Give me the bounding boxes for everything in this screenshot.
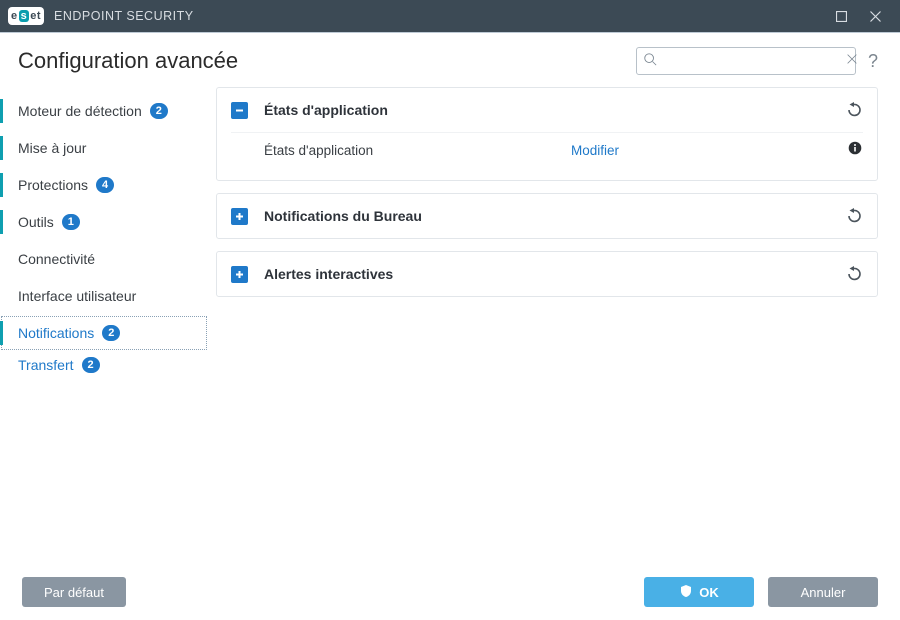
sidebar-item-protections[interactable]: Protections 4 [0, 167, 216, 203]
sidebar-item-update[interactable]: Mise à jour [0, 130, 216, 166]
sidebar-subitem-transfer[interactable]: Transfert 2 [0, 352, 216, 378]
sidebar-badge: 2 [150, 103, 168, 119]
button-label: OK [699, 585, 719, 600]
page-title: Configuration avancée [18, 48, 238, 74]
panel-app-states: États d'application États d'application … [216, 87, 878, 181]
default-button[interactable]: Par défaut [22, 577, 126, 607]
logo-part: et [30, 10, 41, 22]
sidebar-badge: 1 [62, 214, 80, 230]
window-maximize-button[interactable] [824, 0, 858, 32]
sidebar: Moteur de détection 2 Mise à jour Protec… [0, 85, 216, 564]
modify-link[interactable]: Modifier [571, 143, 619, 158]
sidebar-item-tools[interactable]: Outils 1 [0, 204, 216, 240]
search-input[interactable] [663, 54, 839, 69]
panel-desktop-notifications: Notifications du Bureau [216, 193, 878, 239]
panel-title: Alertes interactives [264, 266, 393, 282]
window-close-button[interactable] [858, 0, 892, 32]
sidebar-item-label: Moteur de détection [18, 103, 142, 119]
panel-title: États d'application [264, 102, 388, 118]
sidebar-item-label: Connectivité [18, 251, 95, 267]
expand-icon [231, 208, 248, 225]
brand-logo: eset [8, 7, 44, 25]
header: Configuration avancée ? [0, 33, 900, 77]
titlebar: eset ENDPOINT SECURITY [0, 0, 900, 32]
collapse-icon [231, 102, 248, 119]
window-title: ENDPOINT SECURITY [54, 9, 194, 23]
expand-icon [231, 266, 248, 283]
logo-part: s [19, 10, 30, 22]
sidebar-item-label: Notifications [18, 325, 94, 341]
content: États d'application États d'application … [216, 85, 878, 564]
cancel-button[interactable]: Annuler [768, 577, 878, 607]
sidebar-item-ui[interactable]: Interface utilisateur [0, 278, 216, 314]
setting-label: États d'application [231, 143, 571, 158]
sidebar-item-detection-engine[interactable]: Moteur de détection 2 [0, 93, 216, 129]
brand: eset ENDPOINT SECURITY [8, 7, 194, 25]
sidebar-item-label: Mise à jour [18, 140, 86, 156]
help-button[interactable]: ? [868, 51, 878, 72]
panel-header-app-states[interactable]: États d'application [217, 88, 877, 132]
panel-header-interactive[interactable]: Alertes interactives [217, 252, 877, 296]
sidebar-item-label: Transfert [18, 357, 74, 373]
panel-title: Notifications du Bureau [264, 208, 422, 224]
setting-row-app-states: États d'application Modifier [231, 132, 863, 168]
button-label: Annuler [801, 585, 846, 600]
search-box[interactable] [636, 47, 856, 75]
sidebar-item-label: Protections [18, 177, 88, 193]
undo-icon[interactable] [845, 207, 863, 225]
info-icon[interactable] [847, 141, 863, 160]
sidebar-badge: 4 [96, 177, 114, 193]
sidebar-item-label: Outils [18, 214, 54, 230]
ok-button[interactable]: OK [644, 577, 754, 607]
sidebar-item-connectivity[interactable]: Connectivité [0, 241, 216, 277]
search-clear-icon[interactable] [845, 52, 859, 71]
sidebar-item-label: Interface utilisateur [18, 288, 136, 304]
logo-part: e [11, 10, 18, 22]
panel-interactive-alerts: Alertes interactives [216, 251, 878, 297]
panel-body: États d'application Modifier [217, 132, 877, 180]
search-icon [643, 52, 657, 71]
footer: Par défaut OK Annuler [0, 564, 900, 620]
shield-icon [679, 584, 693, 601]
sidebar-badge: 2 [102, 325, 120, 341]
undo-icon[interactable] [845, 101, 863, 119]
undo-icon[interactable] [845, 265, 863, 283]
sidebar-badge: 2 [82, 357, 100, 373]
button-label: Par défaut [44, 585, 104, 600]
panel-header-desktop[interactable]: Notifications du Bureau [217, 194, 877, 238]
sidebar-item-notifications[interactable]: Notifications 2 [0, 315, 208, 351]
